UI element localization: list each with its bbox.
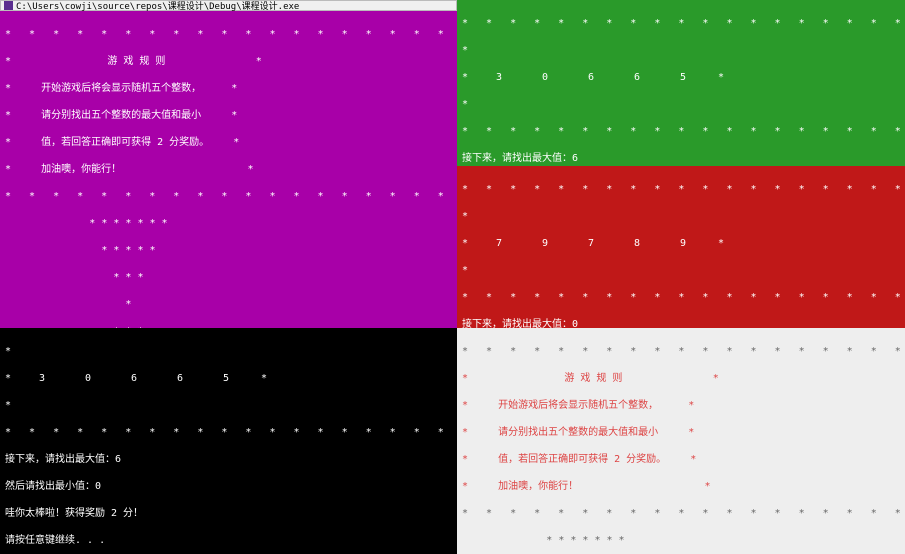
star-border: * * * * * * * * * * * * * * * * * * * * … xyxy=(5,190,452,204)
prompt-max: 接下来，请找出最大值：0 xyxy=(462,318,900,329)
star-border: * * * * * * * * * * * * * * * * * * * * … xyxy=(462,183,900,197)
star-deco: * xyxy=(5,298,452,312)
star-border: * * * * * * * * * * * * * * * * * * * * … xyxy=(462,507,900,521)
rules-title: * 游 戏 规 则 * xyxy=(5,55,452,69)
window-topleft: C:\Users\cowji\source\repos\课程设计\Debug\课… xyxy=(0,0,457,328)
prompt-max: 接下来，请找出最大值：6 xyxy=(462,152,900,166)
star-deco: * * * * * * * xyxy=(462,534,900,548)
star-border: * * xyxy=(5,399,452,413)
console-black: * * *30665 * * * * * * * * * * * * * * *… xyxy=(0,328,457,554)
rules-l3: * 值，若回答正确即可获得 2 分奖励。 * xyxy=(462,453,900,467)
rules-l4: * 加油噢，你能行！ * xyxy=(5,163,452,177)
star-deco: * * * * * * * xyxy=(5,217,452,231)
rules-l2: * 请分别找出五个整数的最大值和最小 * xyxy=(462,426,900,440)
rules-l4: * 加油噢，你能行！ * xyxy=(462,480,900,494)
star-border: * * * * * * * * * * * * * * * * * * * * … xyxy=(462,17,900,31)
console-green: * * * * * * * * * * * * * * * * * * * * … xyxy=(457,0,905,166)
rules-title: * 游 戏 规 则 * xyxy=(462,372,900,386)
continue-prompt: 请按任意键继续. . . xyxy=(5,534,452,548)
star-border: * * * * * * * * * * * * * * * * * * * * … xyxy=(5,28,452,42)
titlebar[interactable]: C:\Users\cowji\source\repos\课程设计\Debug\课… xyxy=(0,0,457,11)
rules-l3: * 值，若回答正确即可获得 2 分奖励。 * xyxy=(5,136,452,150)
console-red: * * * * * * * * * * * * * * * * * * * * … xyxy=(457,166,905,328)
star-border: * * xyxy=(462,264,900,278)
console-magenta: * * * * * * * * * * * * * * * * * * * * … xyxy=(0,11,457,328)
number-row: *30665 * xyxy=(462,71,900,85)
rules-l1: * 开始游戏后将会显示随机五个整数， * xyxy=(5,82,452,96)
rules-l2: * 请分别找出五个整数的最大值和最小 * xyxy=(5,109,452,123)
star-border: * * xyxy=(462,210,900,224)
win-message: 哇你太棒啦！获得奖励 2 分！ xyxy=(5,507,452,521)
prompt-max: 接下来，请找出最大值：6 xyxy=(5,453,452,467)
star-deco: * * * * * xyxy=(5,244,452,258)
console-white: * * * * * * * * * * * * * * * * * * * * … xyxy=(457,328,905,554)
star-border: * * * * * * * * * * * * * * * * * * * * … xyxy=(462,125,900,139)
rules-l1: * 开始游戏后将会显示随机五个整数， * xyxy=(462,399,900,413)
star-deco: * * * xyxy=(5,271,452,285)
app-icon xyxy=(4,1,13,10)
star-border: * * * * * * * * * * * * * * * * * * * * … xyxy=(5,426,452,440)
star-border: * * xyxy=(462,44,900,58)
star-border: * * * * * * * * * * * * * * * * * * * * … xyxy=(462,345,900,359)
number-row: *30665 * xyxy=(5,372,452,386)
star-border: * * * * * * * * * * * * * * * * * * * * … xyxy=(462,291,900,305)
number-row: *79789 * xyxy=(462,237,900,251)
star-border: * * xyxy=(462,98,900,112)
star-border: * * xyxy=(5,345,452,359)
prompt-min: 然后请找出最小值：0 xyxy=(5,480,452,494)
